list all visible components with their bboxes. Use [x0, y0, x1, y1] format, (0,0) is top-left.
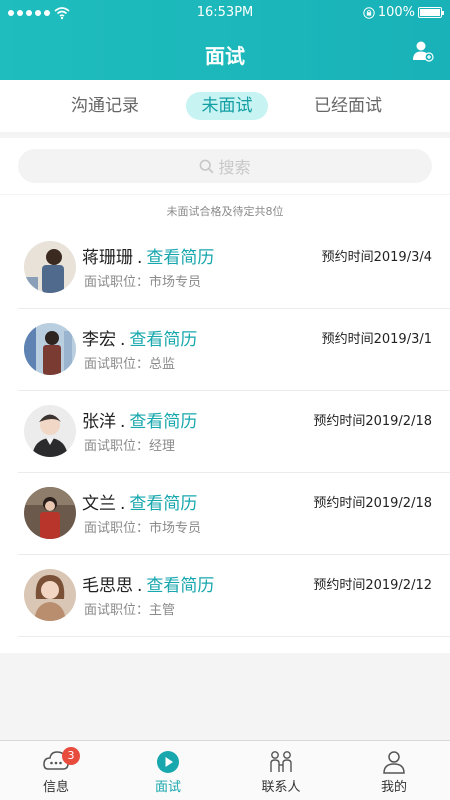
candidate-name: 蒋珊珊 — [82, 248, 133, 268]
list-item[interactable]: 李宏. 查看简历 面试职位：总监 预约时间2019/3/1 — [18, 309, 450, 391]
avatar — [24, 405, 76, 457]
candidate-name: 李宏 — [82, 330, 116, 350]
nav-contacts[interactable]: 联系人 — [225, 741, 337, 800]
name-separator: . — [120, 494, 126, 514]
list-item[interactable]: 毛思思. 查看简历 面试职位：主管 预约时间2019/2/12 — [18, 555, 450, 637]
play-circle-icon — [157, 751, 179, 773]
interview-position: 面试职位：经理 — [84, 439, 176, 454]
candidate-name: 文兰 — [82, 494, 116, 514]
nav-label: 面试 — [154, 780, 181, 795]
candidate-list: 未面试合格及待定共8位 蒋珊珊. 查看简历 面试职位：市场专员 预约时间2019/… — [0, 195, 450, 653]
name-separator: . — [120, 330, 126, 350]
appointment-time: 预约时间2019/2/12 — [313, 578, 432, 593]
nav-label: 信息 — [42, 780, 69, 795]
nav-label: 联系人 — [261, 780, 301, 795]
candidate-name: 毛思思 — [82, 576, 133, 596]
contacts-icon — [270, 751, 292, 772]
interview-position: 面试职位：市场专员 — [84, 275, 202, 290]
view-resume-link[interactable]: 查看简历 — [146, 248, 214, 268]
avatar — [24, 241, 76, 293]
interview-position: 面试职位：总监 — [84, 357, 176, 372]
tab-bar: 沟通记录 未面试 已经面试 — [0, 80, 450, 132]
appointment-time: 预约时间2019/2/18 — [313, 496, 432, 511]
list-item[interactable]: 张洋. 查看简历 面试职位：经理 预约时间2019/2/18 — [18, 391, 450, 473]
appointment-time: 预约时间2019/3/1 — [321, 332, 432, 347]
search-input[interactable]: 搜索 — [18, 149, 432, 183]
appointment-time: 预约时间2019/2/18 — [313, 414, 432, 429]
list-item[interactable]: 蒋珊珊. 查看简历 面试职位：市场专员 预约时间2019/3/4 — [18, 227, 450, 309]
view-resume-link[interactable]: 查看简历 — [129, 494, 197, 514]
list-summary: 未面试合格及待定共8位 — [166, 205, 284, 218]
search-section: 搜索 — [0, 138, 450, 194]
view-resume-link[interactable]: 查看简历 — [146, 576, 214, 596]
name-separator: . — [137, 248, 143, 268]
status-bar: 16:53PM 100% — [0, 0, 450, 28]
name-separator: . — [137, 576, 143, 596]
top-bar: 16:53PM 100% 面试 — [0, 0, 450, 80]
nav-messages[interactable]: 信息 3 — [0, 741, 112, 800]
tab-communication-records[interactable]: 沟通记录 — [65, 92, 145, 120]
list-item[interactable]: 文兰. 查看简历 面试职位：市场专员 预约时间2019/2/18 — [18, 473, 450, 555]
tab-interviewed[interactable]: 已经面试 — [308, 92, 388, 120]
interview-position: 面试职位：市场专员 — [84, 521, 202, 536]
nav-label: 我的 — [380, 780, 407, 795]
view-resume-link[interactable]: 查看简历 — [129, 330, 197, 350]
bottom-nav: 信息 3 面试 联系人 我的 — [0, 740, 450, 800]
rotation-lock-icon — [363, 6, 375, 19]
search-icon — [200, 159, 214, 173]
add-contact-icon[interactable] — [412, 40, 434, 62]
nav-profile[interactable]: 我的 — [338, 741, 450, 800]
nav-interview[interactable]: 面试 — [112, 741, 224, 800]
avatar — [24, 323, 76, 375]
view-resume-link[interactable]: 查看简历 — [129, 412, 197, 432]
page-title: 面试 — [205, 44, 245, 68]
interview-position: 面试职位：主管 — [84, 603, 176, 618]
battery-percent: 100% — [377, 5, 415, 20]
unread-badge: 3 — [62, 747, 80, 765]
battery-icon — [418, 7, 444, 18]
appointment-time: 预约时间2019/3/4 — [321, 250, 432, 265]
candidate-name: 张洋 — [82, 412, 116, 432]
tab-not-interviewed[interactable]: 未面试 — [186, 92, 268, 120]
avatar — [24, 569, 76, 621]
name-separator: . — [120, 412, 126, 432]
person-icon — [383, 751, 405, 774]
avatar — [24, 487, 76, 539]
search-placeholder: 搜索 — [218, 158, 251, 177]
